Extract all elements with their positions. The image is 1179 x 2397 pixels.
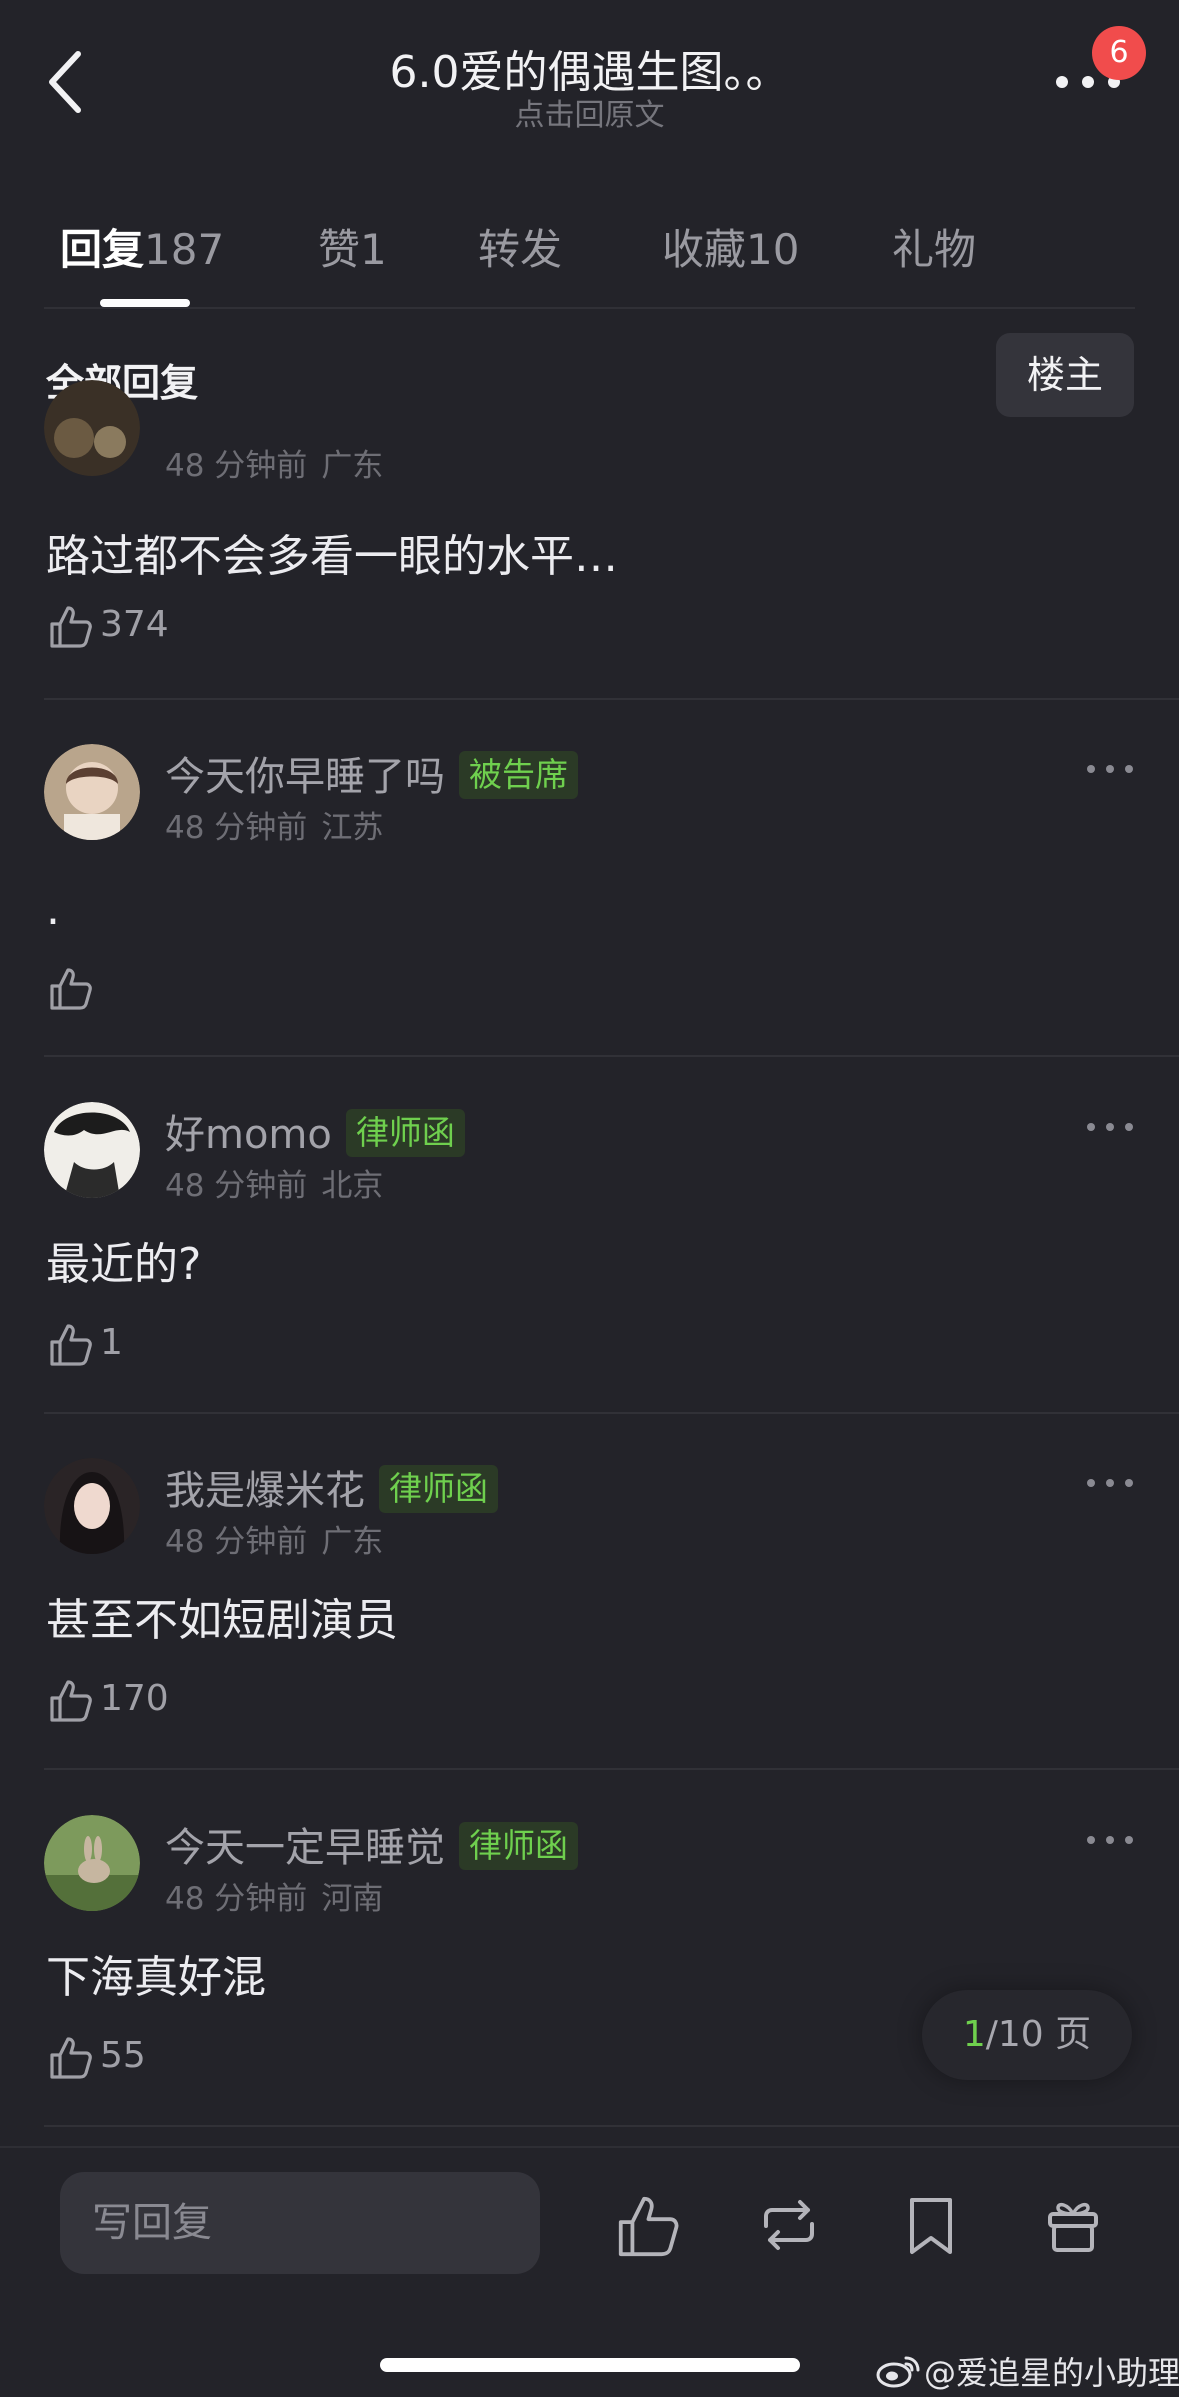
more-icon[interactable] [1086,1833,1134,1847]
page-indicator[interactable]: 1/10 页 [922,1990,1132,2080]
comment-meta: 48 分钟前 广东 [165,440,383,485]
divider [0,2146,1179,2148]
comment-meta: 48 分钟前 北京 [165,1160,383,1205]
tab-count: 10 [746,225,800,274]
active-tab-indicator [100,299,190,307]
bookmark-icon [910,2198,952,2254]
like-count: 1 [100,1322,123,1363]
comment-location: 广东 [321,448,384,484]
username-text: 今天一定早睡觉 [165,1825,445,1871]
tab-likes[interactable]: 赞1 [318,216,387,277]
comment-text: 路过都不会多看一眼的水平… [46,531,618,582]
tab-reposts[interactable]: 转发 [478,216,562,277]
comment-username[interactable]: 我是爆米花 律师函 [165,1458,498,1516]
thumbs-up-icon [618,2196,679,2257]
comment-username[interactable]: 今天一定早睡觉 律师函 [165,1815,578,1873]
more-icon[interactable] [1086,1476,1134,1490]
comment-time: 48 分钟前 [165,1881,308,1917]
comment-location: 广东 [321,1524,384,1560]
user-tag: 律师函 [345,1109,465,1157]
current-page: 1 [962,2014,986,2055]
username-text: 我是爆米花 [165,1468,365,1514]
top-bar: 6.0爱的偶遇生图。。 点击回原文 6 [0,0,1179,140]
user-tag: 律师函 [459,1822,578,1870]
op-only-button[interactable]: 楼主 [996,333,1134,417]
notification-badge: 6 [1092,26,1146,80]
like-button[interactable]: 1 [46,1320,156,1370]
total-pages: /10 页 [985,2014,1092,2055]
watermark-text: @爱追星的小助理 [924,2354,1179,2392]
divider [44,1412,1179,1414]
username-text: 今天你早睡了吗 [165,754,445,800]
thumbs-up-icon [50,2037,92,2079]
tab-label: 收藏 [662,225,747,274]
tab-replies[interactable]: 回复187 [60,216,224,277]
thumbs-up-icon [50,606,92,648]
tab-bar: 回复187 赞1 转发 收藏10 礼物 [0,200,1179,310]
comment-time: 48 分钟前 [165,1168,308,1204]
comment-time: 48 分钟前 [165,448,308,484]
thumbs-up-icon [50,1680,92,1722]
comment-username[interactable]: 今天你早睡了吗 被告席 [165,744,578,802]
comment-meta: 48 分钟前 广东 [165,1516,383,1561]
like-button[interactable]: 170 [46,1676,196,1726]
watermark: @爱追星的小助理 [876,2348,1179,2394]
like-button[interactable]: 374 [46,602,196,652]
like-count: 374 [100,604,169,645]
thumbs-up-icon [50,1324,92,1366]
comment-location: 河南 [321,1881,384,1917]
divider [44,1055,1179,1057]
comment-text: 下海真好混 [46,1952,266,2003]
repost-icon [764,2200,814,2250]
reply-input[interactable]: 写回复 [60,2172,540,2274]
avatar[interactable] [44,380,140,476]
weibo-logo-icon [876,2356,920,2388]
avatar[interactable] [44,744,140,840]
more-icon[interactable] [1086,1120,1134,1134]
comment-username[interactable]: 好momo 律师函 [165,1102,465,1160]
divider [44,307,1135,309]
more-icon[interactable] [1086,762,1134,776]
comment-text: 最近的? [46,1239,202,1290]
user-tag: 律师函 [379,1465,498,1513]
tab-count: 187 [144,225,225,274]
user-tag: 被告席 [459,751,578,799]
divider [44,698,1179,700]
gift-button[interactable] [1038,2190,1108,2260]
username-text: 好momo [165,1112,332,1158]
divider [44,1768,1179,1770]
avatar[interactable] [44,1815,140,1911]
comment-location: 江苏 [321,810,384,846]
like-count: 170 [100,1678,169,1719]
tab-label: 回复 [60,225,145,274]
like-post-button[interactable] [612,2190,682,2260]
tab-label: 赞 [318,225,361,274]
tab-gifts[interactable]: 礼物 [892,216,976,277]
comment-time: 48 分钟前 [165,810,308,846]
home-indicator[interactable] [380,2358,800,2372]
tab-favorites[interactable]: 收藏10 [662,216,799,277]
avatar[interactable] [44,1458,140,1554]
thumbs-up-icon [50,968,92,1010]
tab-label: 礼物 [892,225,977,274]
back-to-original-link[interactable]: 点击回原文 [0,90,1179,134]
comment-text: . [46,884,60,935]
comment-meta: 48 分钟前 江苏 [165,802,383,847]
like-button[interactable] [46,964,106,1014]
comment-meta: 48 分钟前 河南 [165,1873,383,1918]
like-count: 55 [100,2035,146,2076]
bookmark-button[interactable] [896,2190,966,2260]
comment-text: 甚至不如短剧演员 [46,1595,398,1646]
tab-count: 1 [360,225,387,274]
divider [44,2125,1179,2127]
like-button[interactable]: 55 [46,2033,176,2083]
gift-icon [1048,2202,1098,2252]
avatar[interactable] [44,1102,140,1198]
repost-button[interactable] [754,2190,824,2260]
comment-time: 48 分钟前 [165,1524,308,1560]
comment-location: 北京 [321,1168,384,1204]
tab-label: 转发 [478,225,563,274]
